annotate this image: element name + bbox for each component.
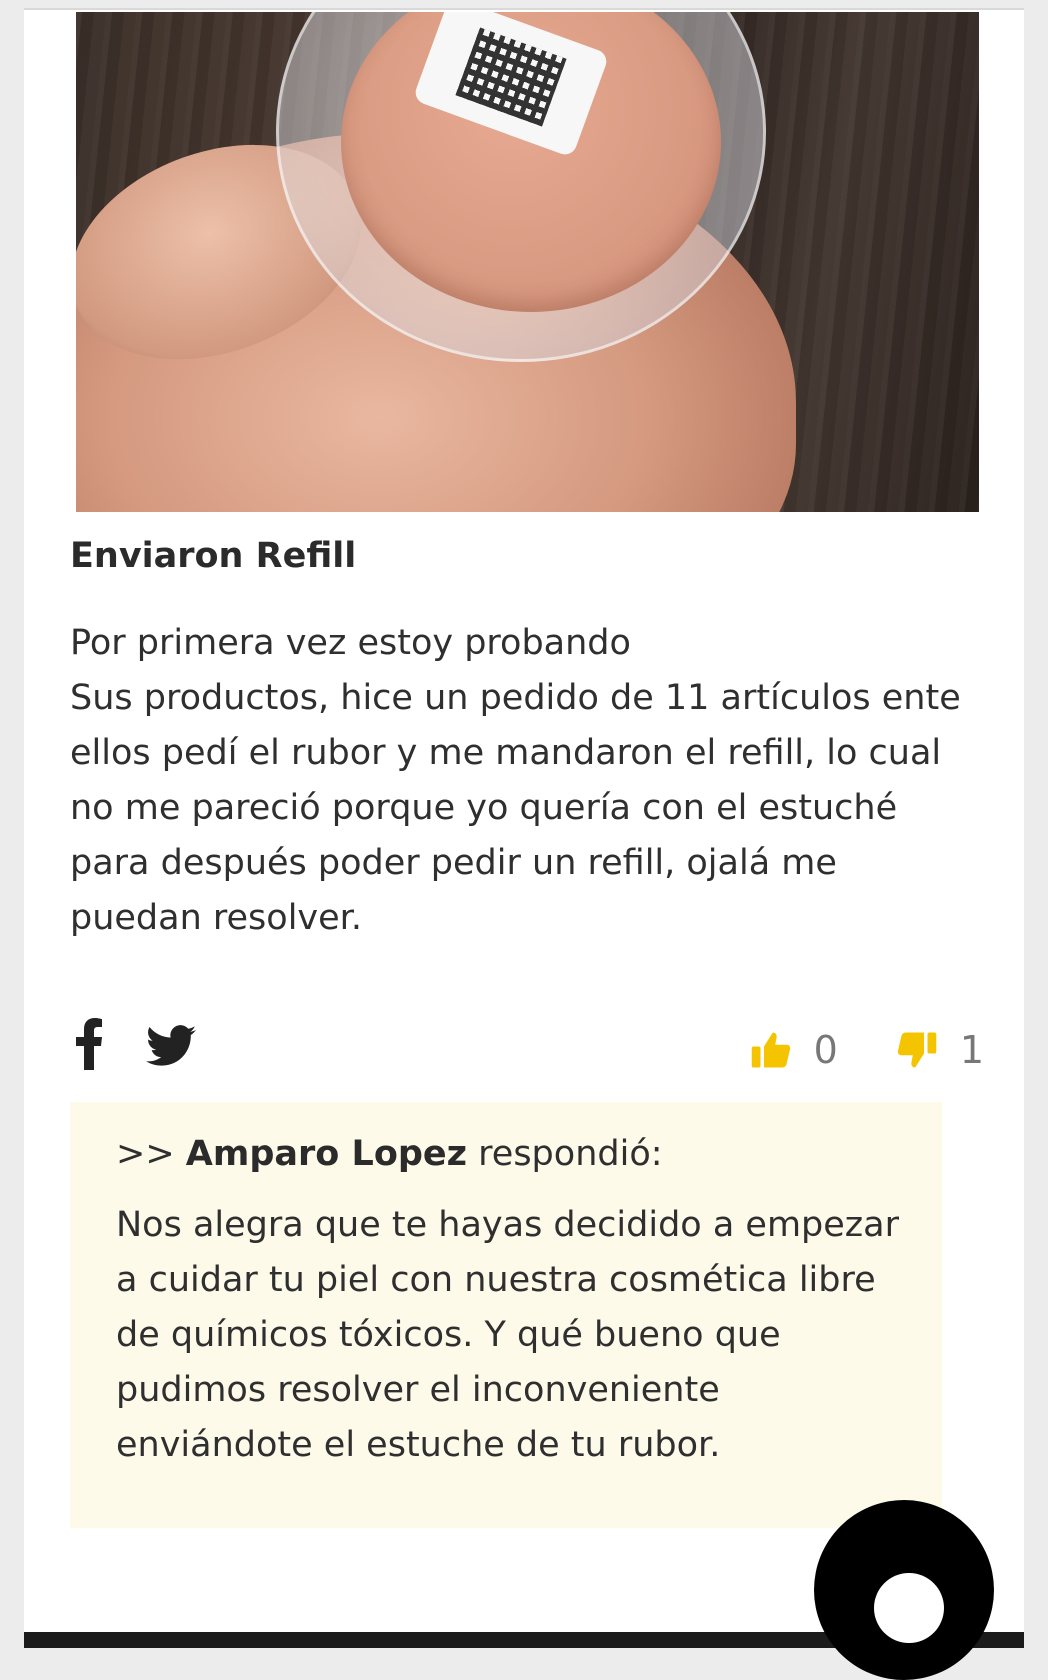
chat-bubble-icon [874,1573,944,1643]
review-card: Enviaron Refill Por primera vez estoy pr… [24,8,1024,1680]
reply-body-line: a cuidar tu piel con nuestra cosmética l… [116,1260,876,1300]
vote-row: 0 1 [750,1028,984,1072]
review-photo[interactable] [76,12,979,512]
downvote-count: 1 [959,1028,984,1072]
review-title: Enviaron Refill [70,536,357,576]
review-body-line: puedan resolver. [70,898,362,938]
share-row [74,1018,196,1079]
review-body-line: para después poder pedir un refill, ojal… [70,843,837,883]
thumbs-down-icon [897,1032,937,1068]
merchant-reply: >> Amparo Lopez respondió: Nos alegra qu… [70,1102,942,1528]
upvote-count: 0 [813,1028,838,1072]
reply-body-line: de químicos tóxicos. Y qué bueno que [116,1315,781,1355]
review-body-line: ellos pedí el rubor y me mandaron el ref… [70,733,942,773]
thumbs-up-icon [751,1032,790,1068]
reply-body: Nos alegra que te hayas decidido a empez… [116,1198,926,1473]
review-body: Por primera vez estoy probando Sus produ… [70,616,970,946]
review-body-line: Por primera vez estoy probando [70,623,631,663]
reply-body-line: enviándote el estuche de tu rubor. [116,1425,721,1465]
upvote-button[interactable]: 0 [750,1028,838,1072]
reply-header: >> Amparo Lopez respondió: [116,1134,663,1174]
facebook-icon[interactable] [74,1018,104,1079]
review-body-line: Sus productos, hice un pedido de 11 artí… [70,678,961,718]
review-body-line: no me pareció porque yo quería con el es… [70,788,898,828]
reply-prefix: >> [116,1134,175,1174]
reply-body-line: Nos alegra que te hayas decidido a empez… [116,1205,900,1245]
reply-body-line: pudimos resolver el inconveniente [116,1370,720,1410]
qr-code-icon [455,27,567,127]
reply-verb: respondió: [478,1134,663,1174]
twitter-icon[interactable] [146,1022,196,1076]
reply-author: Amparo Lopez [185,1134,468,1174]
downvote-button[interactable]: 1 [896,1028,984,1072]
